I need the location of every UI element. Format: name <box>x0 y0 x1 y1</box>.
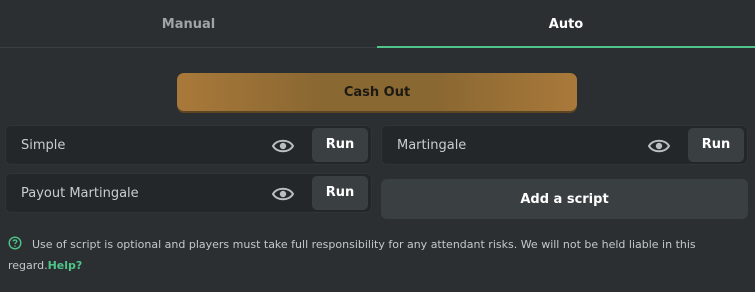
run-button[interactable]: Run <box>312 176 368 210</box>
tab-manual[interactable]: Manual <box>0 0 377 48</box>
mode-tabs: Manual Auto <box>0 0 755 48</box>
eye-icon[interactable] <box>271 184 295 204</box>
run-button[interactable]: Run <box>688 128 744 162</box>
help-circle-icon <box>8 236 22 250</box>
script-card-simple: Simple Run <box>5 125 372 165</box>
script-name: Payout Martingale <box>21 186 139 201</box>
script-name: Simple <box>21 138 66 153</box>
disclaimer: Use of script is optional and players mu… <box>8 234 738 276</box>
eye-icon[interactable] <box>647 136 671 156</box>
add-script-button[interactable]: Add a script <box>381 179 748 219</box>
script-card-payout-martingale: Payout Martingale Run <box>5 173 372 213</box>
script-name: Martingale <box>397 138 467 153</box>
tab-auto[interactable]: Auto <box>377 0 755 48</box>
script-card-martingale: Martingale Run <box>381 125 748 165</box>
run-button[interactable]: Run <box>312 128 368 162</box>
disclaimer-text: Use of script is optional and players mu… <box>8 238 696 272</box>
eye-icon[interactable] <box>271 136 295 156</box>
help-link[interactable]: Help? <box>48 259 83 272</box>
cash-out-button[interactable]: Cash Out <box>177 73 577 111</box>
